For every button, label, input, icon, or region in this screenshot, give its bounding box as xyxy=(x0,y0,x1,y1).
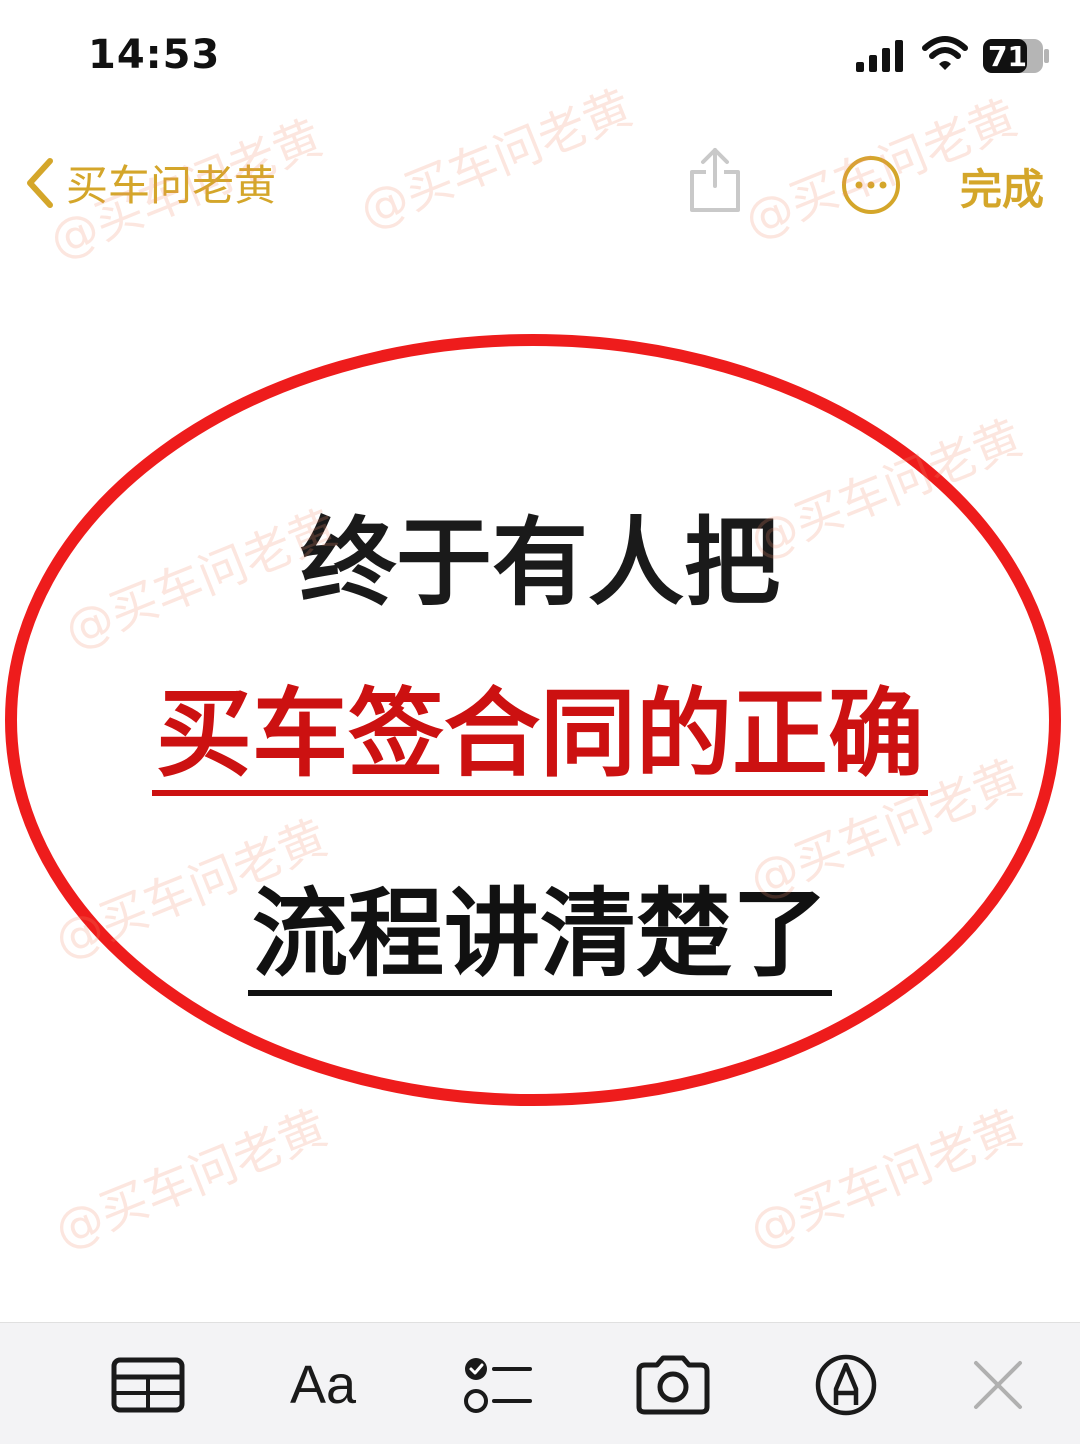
share-icon[interactable] xyxy=(688,144,742,214)
status-time: 14:53 xyxy=(88,32,221,78)
format-label: Aa xyxy=(289,1355,357,1415)
pen-tip-markup-icon xyxy=(815,1354,877,1416)
wifi-icon xyxy=(922,36,968,70)
format-button[interactable]: Aa xyxy=(285,1353,361,1417)
checklist-button[interactable] xyxy=(460,1353,536,1417)
headline-line-3: 流程讲清楚了 xyxy=(0,880,1080,996)
note-content[interactable]: 终于有人把 买车签合同的正确 流程讲清楚了 xyxy=(0,320,1080,1120)
chevron-left-icon xyxy=(27,157,53,208)
back-button[interactable]: 买车问老黄 xyxy=(22,152,276,213)
more-options-icon[interactable] xyxy=(840,154,902,216)
camera-button[interactable] xyxy=(635,1353,711,1417)
back-label: 买车问老黄 xyxy=(66,161,277,210)
battery-indicator: 71 xyxy=(982,38,1050,74)
battery-level: 71 xyxy=(988,40,1027,73)
camera-icon xyxy=(636,1355,710,1415)
status-bar: 14:53 71 xyxy=(0,0,1080,110)
headline-line-2: 买车签合同的正确 xyxy=(0,680,1080,796)
headline-line-1: 终于有人把 xyxy=(300,507,780,619)
navigation-bar: 买车问老黄 完成 xyxy=(0,130,1080,240)
markup-button[interactable] xyxy=(808,1353,884,1417)
table-button[interactable] xyxy=(110,1353,186,1417)
close-keyboard-button[interactable] xyxy=(960,1353,1036,1417)
bottom-toolbar: Aa xyxy=(0,1322,1080,1444)
table-icon xyxy=(111,1357,185,1413)
close-icon xyxy=(974,1361,1022,1409)
cellular-signal-icon xyxy=(856,40,903,72)
checklist-icon xyxy=(464,1358,532,1413)
headline-line-3-text: 流程讲清楚了 xyxy=(248,880,832,996)
done-button[interactable]: 完成 xyxy=(960,156,1044,217)
headline-line-2-text: 买车签合同的正确 xyxy=(152,680,928,796)
